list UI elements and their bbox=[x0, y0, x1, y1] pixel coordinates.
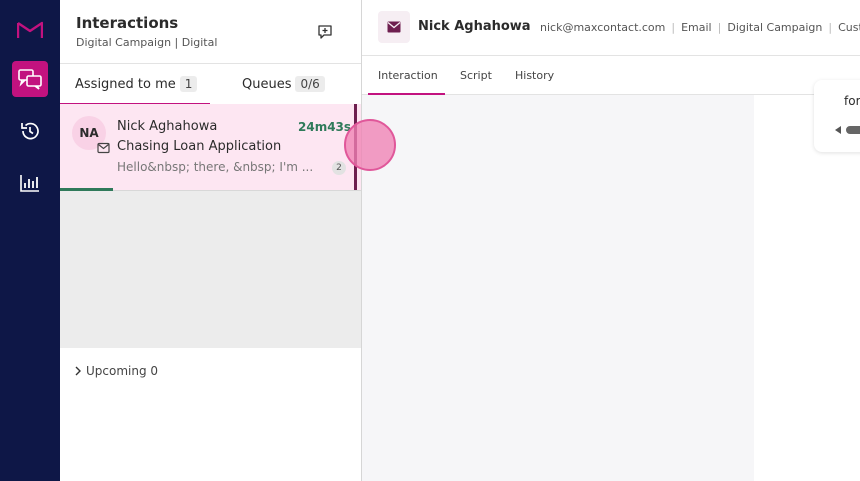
panel-subtitle: Digital Campaign | Digital bbox=[76, 36, 218, 49]
interaction-content bbox=[362, 95, 754, 481]
contact-meta: nick@maxcontact.com | Email | Digital Campai… bbox=[540, 21, 860, 34]
history-clock-icon[interactable] bbox=[12, 113, 48, 149]
new-message-button[interactable] bbox=[315, 22, 335, 42]
interaction-list: NA Nick Aghahowa 24m43s Chasing Loan App… bbox=[60, 104, 361, 348]
tab-assigned-to-me[interactable]: Assigned to me 1 bbox=[75, 64, 198, 104]
tab-label: Assigned to me bbox=[75, 76, 176, 92]
tab-interaction[interactable]: Interaction bbox=[378, 56, 438, 94]
interaction-card[interactable]: NA Nick Aghahowa 24m43s Chasing Loan App… bbox=[60, 104, 361, 191]
tab-count: 1 bbox=[179, 76, 198, 92]
envelope-icon bbox=[387, 21, 401, 33]
contact-name-header: Nick Aghahowa bbox=[418, 19, 531, 34]
message-preview: Hello&nbsp; there, &nbsp; I'm ... bbox=[117, 160, 314, 174]
interactions-panel: Interactions Digital Campaign | Digital … bbox=[60, 0, 362, 481]
click-indicator bbox=[344, 119, 396, 171]
tab-label: Queues bbox=[242, 76, 292, 92]
interaction-detail: Nick Aghahowa nick@maxcontact.com | Email |… bbox=[362, 0, 860, 481]
contact-name: Nick Aghahowa bbox=[117, 119, 218, 134]
timer: 24m43s bbox=[298, 120, 352, 134]
tab-script[interactable]: Script bbox=[460, 56, 492, 94]
upcoming-toggle[interactable]: Upcoming 0 bbox=[74, 364, 158, 378]
triangle-left-icon[interactable] bbox=[834, 126, 842, 134]
panel-title: Interactions bbox=[76, 14, 179, 32]
mail-icon bbox=[97, 142, 110, 154]
customer-field: Custo bbox=[838, 21, 860, 34]
detail-tabs: Interaction Script History bbox=[362, 56, 860, 95]
sla-progress bbox=[60, 188, 113, 191]
tab-queues[interactable]: Queues 0/6 bbox=[242, 64, 325, 104]
chat-bubbles-icon[interactable] bbox=[12, 61, 48, 97]
tab-history[interactable]: History bbox=[515, 56, 554, 94]
audio-controls bbox=[834, 126, 860, 134]
bubble-text: for bbox=[844, 94, 860, 108]
message-bubble: for bbox=[814, 80, 860, 152]
upcoming-label: Upcoming 0 bbox=[86, 364, 159, 378]
contact-channel-badge bbox=[378, 11, 410, 43]
maxcontact-logo-icon[interactable] bbox=[12, 12, 48, 48]
new-message-icon bbox=[318, 25, 332, 39]
bar-chart-icon[interactable] bbox=[12, 165, 48, 201]
campaign: Digital Campaign bbox=[727, 21, 823, 34]
tab-count: 0/6 bbox=[295, 76, 325, 92]
chevron-right-icon bbox=[75, 366, 81, 376]
subject: Chasing Loan Application bbox=[117, 139, 282, 154]
unread-badge: 2 bbox=[332, 161, 346, 175]
nav-rail bbox=[0, 0, 60, 481]
contact-email: nick@maxcontact.com bbox=[540, 21, 666, 34]
interaction-tabs: Assigned to me 1 Queues 0/6 bbox=[60, 63, 361, 105]
channel: Email bbox=[681, 21, 712, 34]
slider-pill-icon[interactable] bbox=[846, 126, 860, 134]
